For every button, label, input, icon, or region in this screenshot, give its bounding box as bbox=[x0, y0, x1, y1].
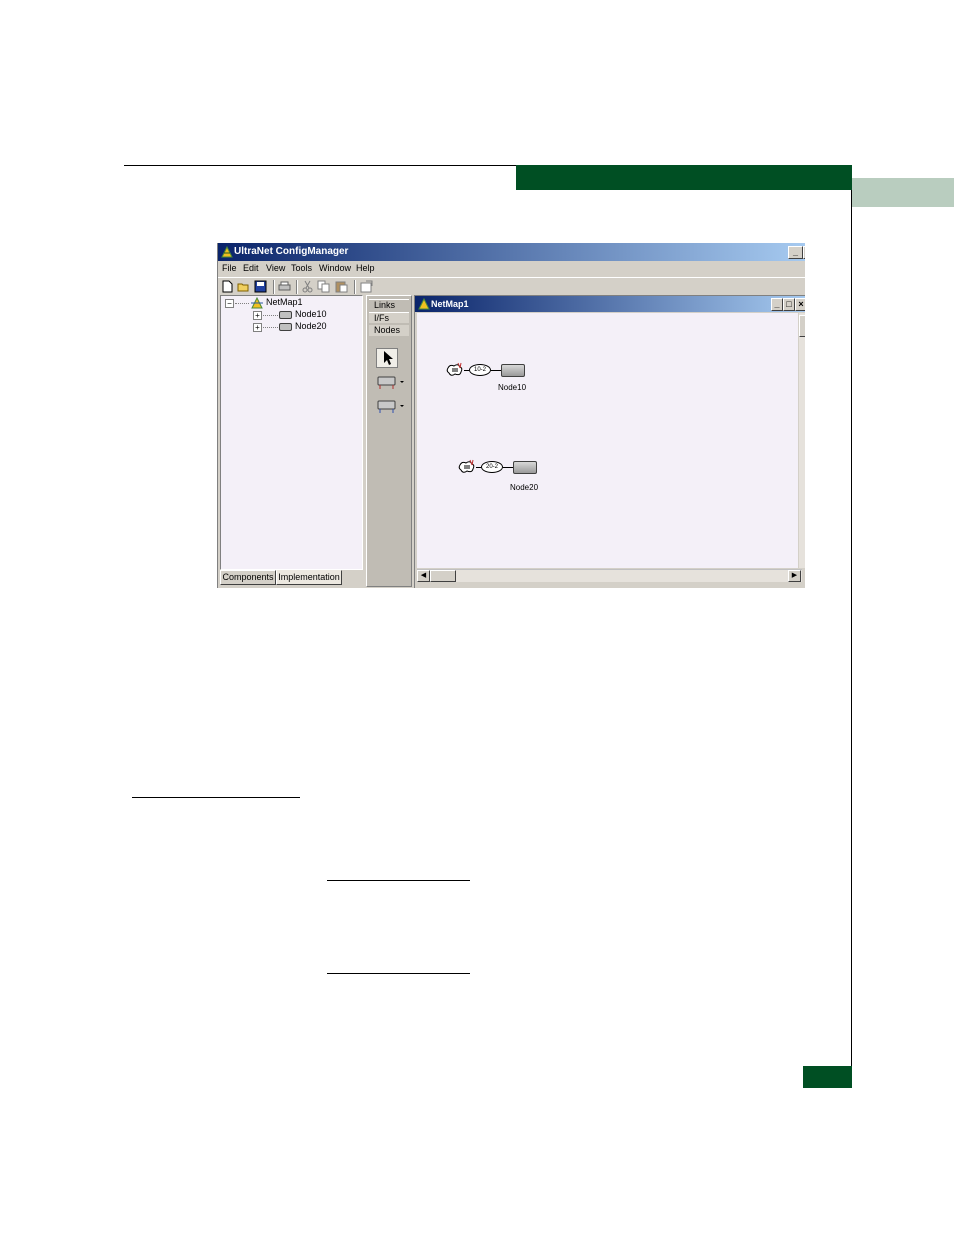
netmap-icon bbox=[418, 298, 430, 310]
tree-expand-toggle[interactable]: + bbox=[253, 311, 262, 320]
netmap-title: NetMap1 bbox=[431, 299, 469, 309]
palette-tab-links[interactable]: Links bbox=[369, 299, 409, 310]
pointer-icon[interactable] bbox=[376, 348, 398, 368]
app-title: UltraNet ConfigManager bbox=[234, 246, 349, 257]
tree-item-root[interactable]: NetMap1 bbox=[266, 297, 303, 308]
menu-edit[interactable]: Edit bbox=[243, 263, 259, 273]
host-icon[interactable] bbox=[458, 459, 476, 475]
node-label: Node10 bbox=[498, 383, 527, 392]
netmap-maximize-button[interactable]: □ bbox=[783, 298, 795, 311]
app-titlebar: UltraNet ConfigManager _ □ bbox=[218, 243, 805, 261]
header-rule bbox=[124, 165, 516, 166]
tree-connector bbox=[235, 303, 249, 305]
node-type-2-icon[interactable] bbox=[376, 396, 406, 416]
print-icon[interactable] bbox=[278, 280, 291, 293]
menu-tools[interactable]: Tools bbox=[291, 263, 312, 273]
toolbar-separator bbox=[273, 280, 275, 294]
node-type-1-icon[interactable] bbox=[376, 372, 406, 392]
node-icon bbox=[279, 311, 292, 319]
menu-bar: File Edit View Tools Window Help bbox=[218, 261, 805, 276]
tree-item-node[interactable]: Node20 bbox=[295, 321, 327, 332]
menu-file[interactable]: File bbox=[222, 263, 237, 273]
paste-icon[interactable] bbox=[335, 280, 348, 293]
tree-expand-toggle[interactable]: + bbox=[253, 323, 262, 332]
tree-collapse-toggle[interactable]: − bbox=[225, 299, 234, 308]
tab-components[interactable]: Components bbox=[220, 570, 276, 585]
horizontal-scrollbar[interactable]: ◀ ▶ bbox=[417, 569, 802, 582]
netmap-close-button[interactable]: × bbox=[795, 298, 805, 311]
section-rule bbox=[132, 797, 300, 798]
palette-tab-nodes[interactable]: Nodes bbox=[369, 325, 409, 336]
chapter-tab bbox=[852, 178, 954, 207]
project-tree: − NetMap1 + Node10 + Node20 bbox=[220, 295, 363, 570]
link-line bbox=[491, 370, 501, 371]
host-icon[interactable] bbox=[446, 362, 464, 378]
netmap-icon bbox=[251, 297, 263, 309]
menu-help[interactable]: Help bbox=[356, 263, 375, 273]
menu-view[interactable]: View bbox=[266, 263, 285, 273]
minimize-button[interactable]: _ bbox=[788, 246, 803, 259]
section-rule bbox=[327, 973, 470, 974]
netmap-minimize-button[interactable]: _ bbox=[771, 298, 783, 311]
vertical-scroll-thumb[interactable] bbox=[799, 315, 805, 337]
interface-label[interactable]: 20-2 bbox=[481, 461, 503, 473]
tree-item-node[interactable]: Node10 bbox=[295, 309, 327, 320]
new-icon[interactable] bbox=[221, 280, 234, 293]
page-number-block bbox=[803, 1066, 852, 1088]
cut-icon[interactable] bbox=[301, 280, 314, 293]
margin-rule bbox=[851, 190, 852, 1088]
node-label: Node20 bbox=[510, 483, 539, 492]
open-icon[interactable] bbox=[237, 280, 250, 293]
app-window: UltraNet ConfigManager _ □ File Edit Vie… bbox=[217, 243, 805, 588]
tree-connector bbox=[263, 327, 278, 329]
panel-tabs: Components Implementation bbox=[220, 570, 363, 585]
netmap-titlebar: NetMap1 _ □ × bbox=[415, 296, 805, 312]
maximize-button[interactable]: □ bbox=[803, 246, 805, 259]
tab-implementation[interactable]: Implementation bbox=[276, 570, 342, 585]
menu-window[interactable]: Window bbox=[319, 263, 351, 273]
node-device-icon[interactable] bbox=[513, 461, 537, 474]
save-icon[interactable] bbox=[254, 280, 267, 293]
scroll-right-button[interactable]: ▶ bbox=[788, 570, 801, 582]
horizontal-scroll-thumb[interactable] bbox=[430, 570, 456, 582]
link-line bbox=[503, 467, 513, 468]
vertical-scrollbar[interactable] bbox=[799, 313, 805, 568]
toolbar-separator bbox=[354, 280, 356, 294]
header-bar bbox=[516, 165, 852, 190]
app-logo-icon bbox=[221, 246, 233, 258]
toolbar-separator bbox=[296, 280, 298, 294]
netmap-window: NetMap1 _ □ × 10-2 Node10 20-2 Node20 ◀ … bbox=[414, 295, 805, 588]
interface-label[interactable]: 10-2 bbox=[469, 364, 491, 376]
node-icon bbox=[279, 323, 292, 331]
tool-palette: Links I/Fs Nodes bbox=[366, 295, 412, 587]
tree-connector bbox=[263, 315, 278, 317]
toolbar bbox=[218, 277, 805, 296]
node-device-icon[interactable] bbox=[501, 364, 525, 377]
section-rule bbox=[327, 880, 470, 881]
scroll-left-button[interactable]: ◀ bbox=[417, 570, 430, 582]
palette-tab-ifs[interactable]: I/Fs bbox=[369, 312, 409, 323]
properties-icon[interactable] bbox=[360, 280, 373, 293]
copy-icon[interactable] bbox=[317, 280, 330, 293]
netmap-canvas[interactable]: 10-2 Node10 20-2 Node20 bbox=[417, 313, 798, 568]
